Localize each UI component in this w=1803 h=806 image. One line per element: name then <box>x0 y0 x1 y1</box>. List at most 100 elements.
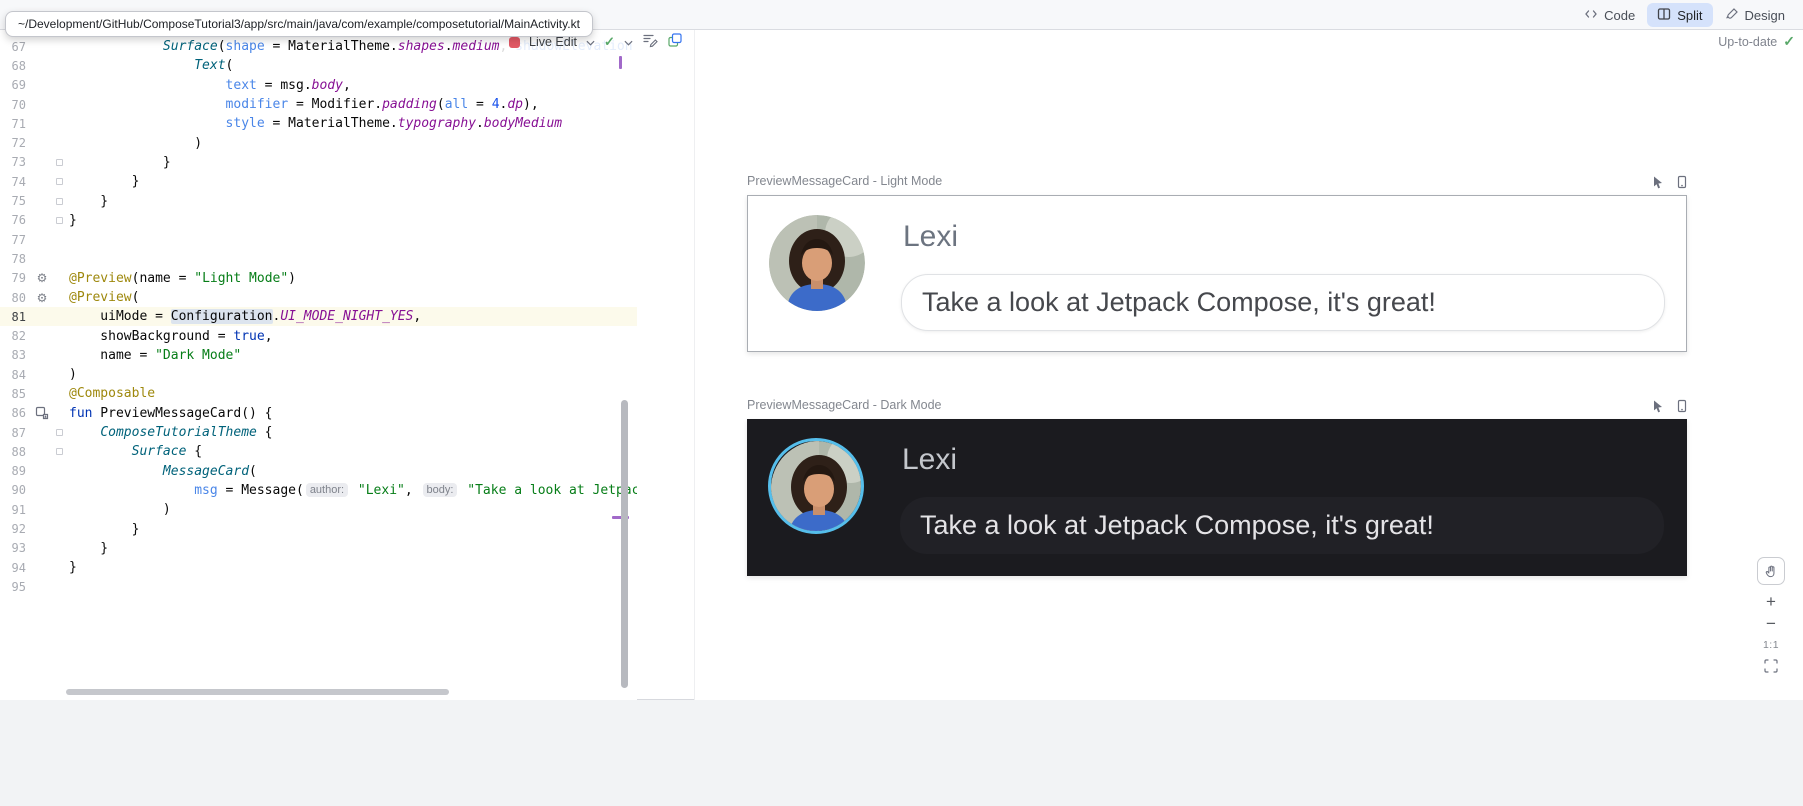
code-text[interactable]: name = "Dark Mode" <box>66 348 241 363</box>
code-line[interactable]: 88 Surface { <box>0 442 637 461</box>
line-number[interactable]: 78 <box>0 252 32 266</box>
line-number[interactable]: 84 <box>0 368 32 382</box>
line-number[interactable]: 80 <box>0 291 32 305</box>
code-text[interactable]: } <box>66 541 108 556</box>
code-line[interactable]: 72 ) <box>0 133 637 152</box>
code-line[interactable]: 69 text = msg.body, <box>0 76 637 95</box>
tab-design[interactable]: Design <box>1715 3 1795 27</box>
code-text[interactable]: style = MaterialTheme.typography.bodyMed… <box>66 116 562 131</box>
code-text[interactable]: showBackground = true, <box>66 329 273 344</box>
code-text[interactable]: ) <box>66 367 77 382</box>
code-line[interactable]: 77 <box>0 230 637 249</box>
code-line[interactable]: 80⚙ @Preview( <box>0 288 637 307</box>
fold-gutter[interactable] <box>52 159 66 166</box>
interactive-mode-icon[interactable] <box>1650 174 1666 190</box>
code-line[interactable]: 70 modifier = Modifier.padding(all = 4.d… <box>0 95 637 114</box>
fold-marker-icon[interactable] <box>56 448 63 455</box>
code-line[interactable]: 89 MessageCard( <box>0 462 637 481</box>
code-text[interactable]: ) <box>66 502 171 517</box>
line-number[interactable]: 90 <box>0 483 32 497</box>
code-line[interactable]: 83 name = "Dark Mode" <box>0 346 637 365</box>
code-text[interactable]: Text( <box>66 58 233 73</box>
line-number[interactable]: 76 <box>0 213 32 227</box>
editor-vertical-scrollbar[interactable] <box>621 400 628 688</box>
line-number[interactable]: 75 <box>0 194 32 208</box>
code-text[interactable]: } <box>66 174 139 189</box>
fold-marker-icon[interactable] <box>56 198 63 205</box>
live-edit-label[interactable]: Live Edit <box>529 35 577 49</box>
code-text[interactable]: } <box>66 560 77 575</box>
fold-gutter[interactable] <box>52 178 66 185</box>
code-text[interactable]: fun PreviewMessageCard() { <box>66 406 273 421</box>
code-text[interactable]: @Preview(name = "Light Mode") <box>66 271 296 286</box>
code-line[interactable]: 85@Composable <box>0 384 637 403</box>
code-line[interactable]: 84) <box>0 365 637 384</box>
line-number[interactable]: 79 <box>0 271 32 285</box>
code-line[interactable]: 90 msg = Message(author: "Lexi", body: "… <box>0 481 637 500</box>
fold-gutter[interactable] <box>52 198 66 205</box>
run-on-device-icon[interactable] <box>1674 174 1690 190</box>
line-number[interactable]: 87 <box>0 426 32 440</box>
line-number[interactable]: 89 <box>0 464 32 478</box>
tab-split[interactable]: Split <box>1647 3 1712 27</box>
editor-horizontal-scrollbar[interactable] <box>66 689 449 695</box>
pan-hand-button[interactable] <box>1757 557 1785 585</box>
code-text[interactable]: modifier = Modifier.padding(all = 4.dp), <box>66 97 539 112</box>
code-text[interactable]: } <box>66 213 77 228</box>
code-text[interactable]: Surface { <box>66 444 202 459</box>
fold-gutter[interactable] <box>52 429 66 436</box>
line-number[interactable]: 95 <box>0 580 32 594</box>
fold-gutter[interactable] <box>52 217 66 224</box>
code-line[interactable]: 86 fun PreviewMessageCard() { <box>0 404 637 423</box>
code-text[interactable]: @Composable <box>66 386 155 401</box>
code-line[interactable]: 76} <box>0 211 637 230</box>
line-number[interactable]: 73 <box>0 155 32 169</box>
editor-pane[interactable]: 67 Surface(shape = MaterialTheme.shapes.… <box>0 30 637 700</box>
line-number[interactable]: 74 <box>0 175 32 189</box>
code-text[interactable]: ComposeTutorialTheme { <box>66 425 273 440</box>
code-line[interactable]: 92 } <box>0 519 637 538</box>
code-line[interactable]: 91 ) <box>0 500 637 519</box>
fold-gutter[interactable] <box>52 448 66 455</box>
line-number[interactable]: 77 <box>0 233 32 247</box>
line-number[interactable]: 94 <box>0 561 32 575</box>
ui-check-icon[interactable] <box>642 32 658 53</box>
line-number[interactable]: 82 <box>0 329 32 343</box>
run-on-device-icon[interactable] <box>1674 398 1690 414</box>
line-number[interactable]: 86 <box>0 406 32 420</box>
zoom-out-button[interactable]: − <box>1757 613 1785 635</box>
code-line[interactable]: 87 ComposeTutorialTheme { <box>0 423 637 442</box>
code-line[interactable]: 75 } <box>0 191 637 210</box>
fold-marker-icon[interactable] <box>56 178 63 185</box>
code-line[interactable]: 74 } <box>0 172 637 191</box>
zoom-in-button[interactable]: + <box>1757 591 1785 613</box>
zoom-actual-size-button[interactable]: 1:1 <box>1757 635 1785 655</box>
code-text[interactable]: msg = Message(author: "Lexi", body: "Tak… <box>66 483 637 498</box>
code-text[interactable]: @Preview( <box>66 290 139 305</box>
code-line[interactable]: 73 } <box>0 153 637 172</box>
code-text[interactable]: } <box>66 194 108 209</box>
gear-icon[interactable]: ⚙ <box>32 271 52 285</box>
code-line[interactable]: 94} <box>0 558 637 577</box>
code-text[interactable]: } <box>66 155 171 170</box>
fold-marker-icon[interactable] <box>56 217 63 224</box>
tab-code[interactable]: Code <box>1574 3 1645 27</box>
code-line[interactable]: 78 <box>0 249 637 268</box>
code-line[interactable]: 71 style = MaterialTheme.typography.body… <box>0 114 637 133</box>
code-text[interactable]: text = msg.body, <box>66 78 351 93</box>
gear-icon[interactable]: ⚙ <box>32 291 52 305</box>
code-text[interactable]: uiMode = Configuration.UI_MODE_NIGHT_YES… <box>66 309 421 324</box>
interactive-mode-icon[interactable] <box>1650 398 1666 414</box>
line-number[interactable]: 92 <box>0 522 32 536</box>
code-line[interactable]: 82 showBackground = true, <box>0 326 637 345</box>
code-line[interactable]: 68 Text( <box>0 56 637 75</box>
line-number[interactable]: 67 <box>0 40 32 54</box>
line-number[interactable]: 68 <box>0 59 32 73</box>
line-number[interactable]: 72 <box>0 136 32 150</box>
line-number[interactable]: 83 <box>0 348 32 362</box>
fold-marker-icon[interactable] <box>56 159 63 166</box>
code-line[interactable]: 79⚙ @Preview(name = "Light Mode") <box>0 269 637 288</box>
build-refresh-icon[interactable] <box>667 32 683 53</box>
line-number[interactable]: 69 <box>0 78 32 92</box>
code-line[interactable]: 95 <box>0 577 637 596</box>
